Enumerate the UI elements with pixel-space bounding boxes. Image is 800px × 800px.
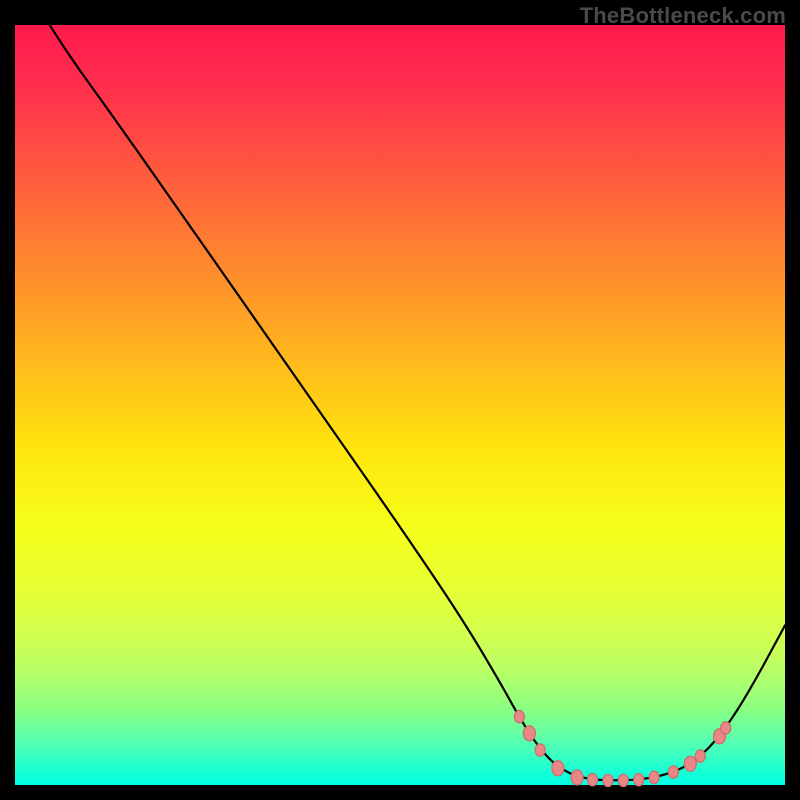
- data-marker: [668, 766, 678, 779]
- data-marker: [684, 756, 696, 771]
- data-marker: [649, 771, 659, 784]
- data-marker: [523, 726, 535, 741]
- data-marker: [552, 761, 564, 776]
- data-marker: [603, 774, 613, 787]
- bottleneck-curve: [50, 25, 785, 780]
- data-marker: [571, 770, 583, 785]
- chart-plot-area: [15, 25, 785, 785]
- data-marker: [588, 773, 598, 786]
- data-marker: [618, 774, 628, 787]
- data-markers-group: [514, 710, 730, 786]
- data-marker: [514, 710, 524, 723]
- data-marker: [721, 722, 731, 735]
- data-marker: [634, 773, 644, 786]
- chart-svg: [15, 25, 785, 785]
- data-marker: [695, 750, 705, 763]
- data-marker: [535, 744, 545, 757]
- chart-frame: TheBottleneck.com: [0, 0, 800, 800]
